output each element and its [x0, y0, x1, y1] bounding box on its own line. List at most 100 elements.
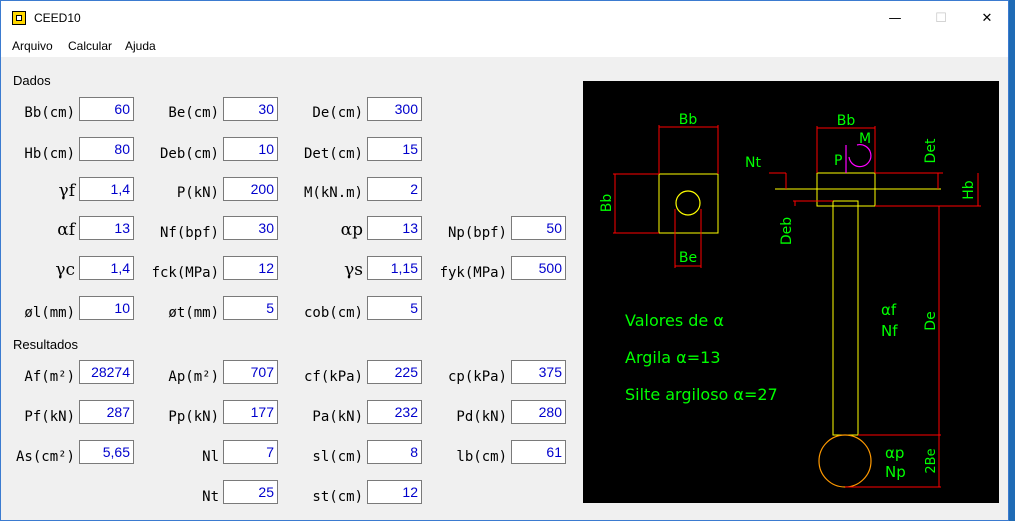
pile-bell	[818, 434, 872, 488]
menu-bar: Arquivo Calcular Ajuda	[1, 37, 1008, 57]
label-nt: Nt	[202, 489, 219, 505]
label-be-left: Be	[679, 250, 697, 266]
output-as[interactable]: 5,65	[79, 440, 134, 464]
app-window: CEED10 — ☐ ✕ Arquivo Calcular Ajuda Dado…	[0, 0, 1009, 521]
label-p: P	[834, 153, 842, 169]
label-gamma-s: γs	[344, 260, 363, 280]
input-alpha-f[interactable]: 13	[79, 216, 134, 240]
label-nf: Nf(bpf)	[159, 225, 219, 241]
label-ap: Ap(m²)	[168, 369, 219, 385]
input-m[interactable]: 2	[367, 177, 422, 201]
input-det[interactable]: 15	[367, 137, 422, 161]
label-gamma-c: γc	[55, 260, 75, 280]
input-be[interactable]: 30	[223, 97, 278, 121]
input-bb[interactable]: 60	[79, 97, 134, 121]
input-gamma-f[interactable]: 1,4	[79, 177, 134, 201]
legend-silte: Silte argiloso α=27	[625, 385, 778, 404]
label-det: Det	[923, 138, 939, 163]
title-bar[interactable]: CEED10 — ☐ ✕	[1, 1, 1008, 37]
maximize-button[interactable]: ☐	[918, 1, 964, 37]
label-alpha-f: αf	[57, 220, 75, 240]
input-p[interactable]: 200	[223, 177, 278, 201]
output-st[interactable]: 12	[367, 480, 422, 504]
output-nl[interactable]: 7	[223, 440, 278, 464]
label-as: As(cm²)	[15, 449, 75, 465]
label-phi-l: øl(mm)	[24, 305, 75, 321]
output-cp[interactable]: 375	[511, 360, 566, 384]
app-icon[interactable]	[12, 11, 26, 25]
label-2be: 2Be	[924, 448, 939, 473]
label-de: De(cm)	[312, 105, 363, 121]
label-fyk: fyk(MPa)	[439, 265, 507, 281]
label-deb: Deb(cm)	[159, 146, 219, 162]
menu-calcular[interactable]: Calcular	[68, 39, 112, 53]
label-cp: cp(kPa)	[447, 369, 507, 385]
label-bb-left: Bb	[679, 112, 698, 128]
label-m: M	[859, 131, 871, 147]
input-gamma-c[interactable]: 1,4	[79, 256, 134, 280]
label-phi-t: øt(mm)	[168, 305, 219, 321]
legend-argila: Argila α=13	[625, 348, 721, 367]
menu-arquivo[interactable]: Arquivo	[12, 39, 53, 53]
input-np[interactable]: 50	[511, 216, 566, 240]
input-cob[interactable]: 5	[367, 296, 422, 320]
input-fck[interactable]: 12	[223, 256, 278, 280]
minimize-button[interactable]: —	[872, 1, 918, 37]
label-nf-draw: Nf	[881, 322, 898, 340]
label-m: M(kN.m)	[303, 185, 363, 201]
label-sl: sl(cm)	[312, 449, 363, 465]
label-hb: Hb	[961, 180, 977, 200]
label-lb: lb(cm)	[456, 449, 507, 465]
input-gamma-s[interactable]: 1,15	[367, 256, 422, 280]
pile-plan	[675, 190, 701, 216]
label-bb-right: Bb	[837, 113, 856, 129]
label-nl: Nl	[202, 449, 219, 465]
output-sl[interactable]: 8	[367, 440, 422, 464]
output-ap[interactable]: 707	[223, 360, 278, 384]
label-np-draw: Np	[885, 463, 906, 481]
block-plan	[658, 173, 719, 234]
section-resultados: Resultados	[13, 337, 79, 352]
input-deb[interactable]: 10	[223, 137, 278, 161]
label-pd: Pd(kN)	[456, 409, 507, 425]
input-phi-t[interactable]: 5	[223, 296, 278, 320]
input-alpha-p[interactable]: 13	[367, 216, 422, 240]
output-lb[interactable]: 61	[511, 440, 566, 464]
label-st: st(cm)	[312, 489, 363, 505]
moment-arc	[848, 144, 872, 168]
label-cob: cob(cm)	[303, 305, 363, 321]
input-de[interactable]: 300	[367, 97, 422, 121]
label-fck: fck(MPa)	[151, 265, 219, 281]
label-de: De	[923, 311, 939, 330]
input-hb[interactable]: 80	[79, 137, 134, 161]
menu-ajuda[interactable]: Ajuda	[125, 39, 156, 53]
section-dados: Dados	[13, 73, 51, 88]
label-deb: Deb	[779, 217, 795, 245]
foundation-drawing: Bb Bb Be Bb P M Nt Det Hb Deb De 2Be αf …	[583, 81, 999, 503]
legend-title: Valores de α	[625, 311, 724, 330]
label-bb: Bb(cm)	[24, 105, 75, 121]
label-pp: Pp(kN)	[168, 409, 219, 425]
label-alpha-p: αp	[340, 220, 363, 240]
drawing-svg: Bb Bb Be Bb P M Nt Det Hb Deb De 2Be αf …	[599, 112, 981, 488]
output-pf[interactable]: 287	[79, 400, 134, 424]
input-phi-l[interactable]: 10	[79, 296, 134, 320]
input-nf[interactable]: 30	[223, 216, 278, 240]
output-nt[interactable]: 25	[223, 480, 278, 504]
output-pp[interactable]: 177	[223, 400, 278, 424]
output-af[interactable]: 28274	[79, 360, 134, 384]
output-cf[interactable]: 225	[367, 360, 422, 384]
output-pa[interactable]: 232	[367, 400, 422, 424]
label-np: Np(bpf)	[447, 225, 507, 241]
label-bb-side: Bb	[599, 194, 615, 213]
label-nt: Nt	[745, 155, 761, 171]
output-pd[interactable]: 280	[511, 400, 566, 424]
label-det: Det(cm)	[303, 146, 363, 162]
label-ap-draw: αp	[885, 444, 904, 462]
label-cf: cf(kPa)	[303, 369, 363, 385]
label-pa: Pa(kN)	[312, 409, 363, 425]
pile-shaft	[832, 200, 859, 436]
input-fyk[interactable]: 500	[511, 256, 566, 280]
close-button[interactable]: ✕	[964, 1, 1010, 37]
label-p: P(kN)	[176, 185, 219, 201]
